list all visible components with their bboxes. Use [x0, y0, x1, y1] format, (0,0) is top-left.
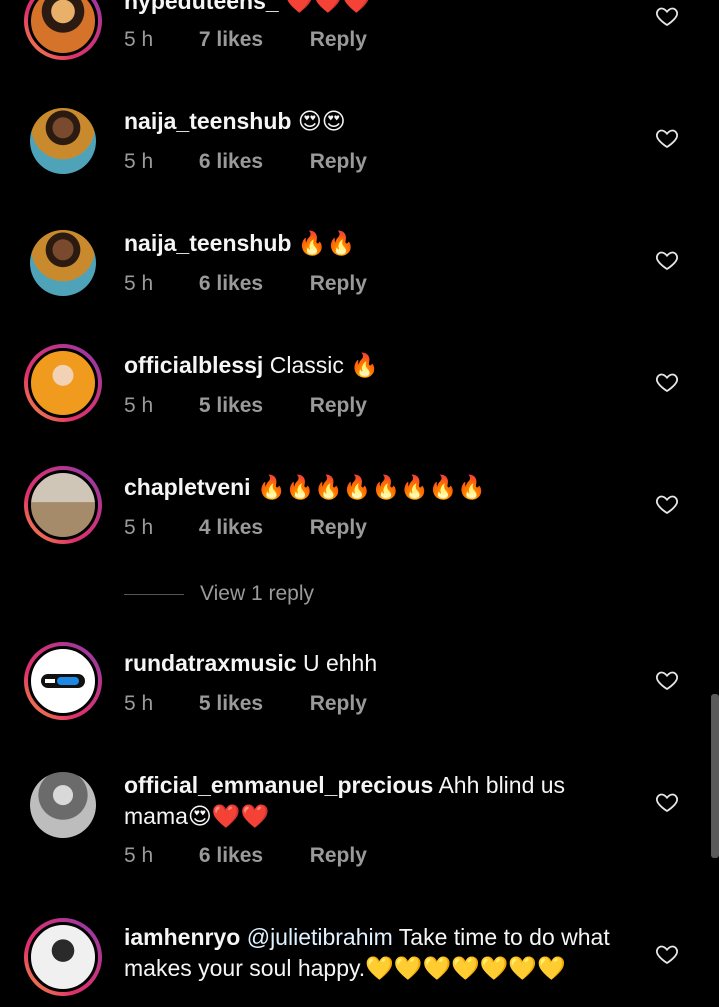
avatar[interactable]	[24, 642, 102, 720]
avatar[interactable]	[24, 766, 102, 844]
avatar[interactable]	[24, 224, 102, 302]
comment-username[interactable]: rundatraxmusic	[124, 650, 297, 676]
comment-likes[interactable]: 6 likes	[199, 150, 304, 174]
comment-likes[interactable]: 7 likes	[199, 28, 304, 52]
avatar[interactable]	[24, 344, 102, 422]
reply-button[interactable]: Reply	[310, 844, 367, 868]
avatar[interactable]	[24, 466, 102, 544]
heart-outline-icon[interactable]	[655, 248, 679, 272]
comment-text: 🔥🔥🔥🔥🔥🔥🔥🔥	[256, 474, 487, 500]
heart-outline-icon[interactable]	[655, 790, 679, 814]
heart-outline-icon[interactable]	[655, 4, 679, 28]
avatar[interactable]	[24, 0, 102, 60]
comment-time: 5 h	[124, 272, 154, 295]
comment-time: 5 h	[124, 844, 154, 867]
reply-button[interactable]: Reply	[310, 272, 367, 296]
reply-button[interactable]: Reply	[310, 516, 367, 540]
scrollbar[interactable]	[711, 694, 719, 858]
comment-text: 😍😍	[297, 108, 346, 134]
reply-button[interactable]: Reply	[310, 150, 367, 174]
comment-username[interactable]: chapletveni	[124, 474, 251, 500]
brand-logo-icon	[41, 674, 85, 688]
comment-username[interactable]: officialblessj	[124, 352, 263, 378]
comment-username[interactable]: hypeduteens_	[124, 0, 279, 14]
comment-likes[interactable]: 5 likes	[199, 692, 304, 716]
comment-time: 5 h	[124, 28, 154, 51]
comment-likes[interactable]: 5 likes	[199, 394, 304, 418]
comment-time: 5 h	[124, 394, 154, 417]
comment-username[interactable]: official_emmanuel_precious	[124, 772, 433, 798]
comment-likes[interactable]: 6 likes	[199, 272, 304, 296]
comment-username[interactable]: naija_teenshub	[124, 108, 291, 134]
comment-time: 5 h	[124, 692, 154, 715]
heart-outline-icon[interactable]	[655, 942, 679, 966]
comment-text: U ehhh	[302, 650, 378, 676]
comment-text: 🔥🔥	[297, 230, 356, 256]
comment-username[interactable]: naija_teenshub	[124, 230, 291, 256]
heart-outline-icon[interactable]	[655, 492, 679, 516]
reply-button[interactable]: Reply	[310, 28, 367, 52]
reply-button[interactable]: Reply	[310, 692, 367, 716]
avatar[interactable]	[24, 102, 102, 180]
view-replies-label[interactable]: View 1 reply	[200, 582, 314, 605]
heart-outline-icon[interactable]	[655, 668, 679, 692]
avatar[interactable]	[24, 918, 102, 996]
reply-button[interactable]: Reply	[310, 394, 367, 418]
comment-likes[interactable]: 4 likes	[199, 516, 304, 540]
comment-text: Classic 🔥	[269, 352, 379, 378]
comment-time: 5 h	[124, 150, 154, 173]
view-replies-divider	[124, 593, 184, 595]
heart-outline-icon[interactable]	[655, 370, 679, 394]
heart-outline-icon[interactable]	[655, 126, 679, 150]
comment-likes[interactable]: 6 likes	[199, 844, 304, 868]
comment-username[interactable]: iamhenryo	[124, 924, 240, 950]
comment-time: 5 h	[124, 516, 154, 539]
view-replies-button[interactable]: View 1 reply	[124, 582, 314, 606]
comment-text: ❤️❤️❤️	[285, 0, 371, 14]
mention-link[interactable]: @julietibrahim	[247, 924, 393, 950]
